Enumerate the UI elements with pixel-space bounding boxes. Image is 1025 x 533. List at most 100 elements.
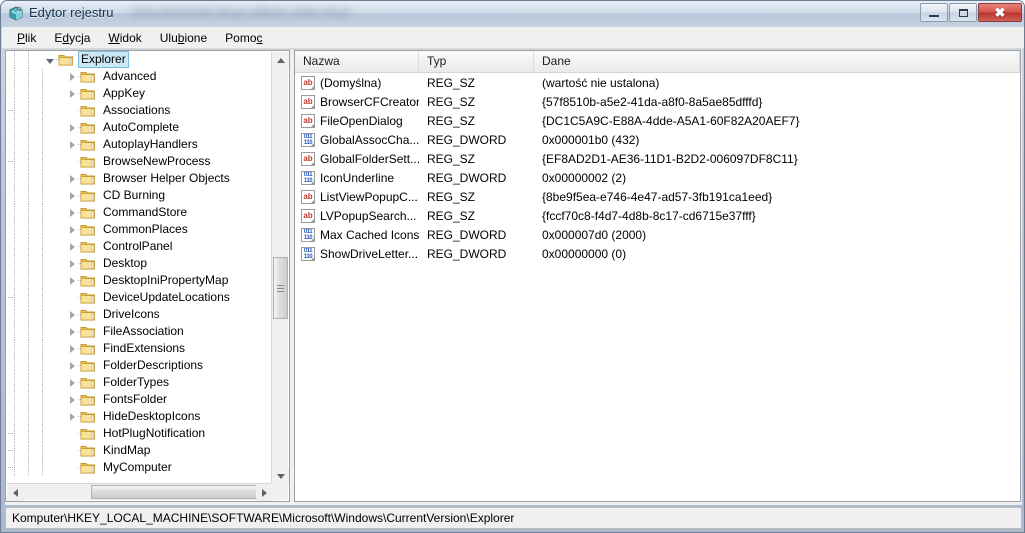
tree-item-desktop[interactable]: Desktop [6,255,272,272]
close-button[interactable]: ✖ [978,3,1022,22]
column-header-typ[interactable]: Typ [419,51,534,72]
value-name: FileOpenDialog [320,113,403,128]
value-type: REG_SZ [427,208,476,223]
status-bar: Komputer\HKEY_LOCAL_MACHINE\SOFTWARE\Mic… [5,507,1022,529]
menu-pomoc[interactable]: Pomoc [216,29,271,47]
folder-icon [80,189,96,203]
value-row[interactable]: ab ListViewPopupC... REG_SZ {8be9f5ea-e746-… [295,187,1020,206]
tree-item-kindmap[interactable]: KindMap [6,442,272,459]
folder-icon [80,291,96,305]
value-row[interactable]: ab BrowserCFCreator REG_SZ {57f8510b-a5e2-4… [295,92,1020,111]
tree-item-driveicons[interactable]: DriveIcons [6,306,272,323]
minimize-button[interactable] [920,3,948,22]
value-data: 0x00000000 (0) [542,246,627,261]
registry-editor-window: www.download.net.pl softonic www.net.pl … [0,0,1025,533]
tree-item-cd-burning[interactable]: CD Burning [6,187,272,204]
value-row[interactable]: 011 110 GlobalAssocCha... REG_DWORD 0x000001… [295,130,1020,149]
menu-plik[interactable]: Plik [8,29,45,47]
tree-item-controlpanel[interactable]: ControlPanel [6,238,272,255]
tree-item-label: DeviceUpdateLocations [103,290,230,304]
string-value-icon: ab [301,208,315,223]
tree-item-browsenewprocess[interactable]: BrowseNewProcess [6,153,272,170]
tree-item-fileassociation[interactable]: FileAssociation [6,323,272,340]
value-data: 0x00000002 (2) [542,170,627,185]
folder-icon [80,444,96,458]
tree-vscroll-thumb[interactable] [273,257,288,319]
dword-value-icon: 011 110 [301,170,315,185]
value-name-cell: ab BrowserCFCreator [295,94,419,109]
tree-horizontal-scrollbar[interactable] [7,483,273,501]
registry-values-pane[interactable]: Nazwa Typ Dane ab (Domyślna) REG_SZ (wartość … [294,50,1021,502]
value-type: REG_SZ [427,75,476,90]
value-data: (wartość nie ustalona) [542,75,660,90]
chevron-left-icon [13,488,18,497]
tree-item-label: DesktopIniPropertyMap [103,273,229,287]
tree-item-findextensions[interactable]: FindExtensions [6,340,272,357]
tree-item-autocomplete[interactable]: AutoComplete [6,119,272,136]
menu-ulubione[interactable]: Ulubione [151,29,216,47]
column-header-nazwa[interactable]: Nazwa [295,51,419,72]
value-row[interactable]: 011 110 IconUnderline REG_DWORD 0x00000002 (… [295,168,1020,187]
value-data: 0x000007d0 (2000) [542,227,647,242]
value-row[interactable]: ab LVPopupSearch... REG_SZ {fccf70c8-f4d7-4… [295,206,1020,225]
maximize-button[interactable] [949,3,977,22]
tree-item-associations[interactable]: Associations [6,102,272,119]
value-data: {DC1C5A9C-E88A-4dde-A5A1-60F82A20AEF7} [542,113,800,128]
grip-icon [277,283,284,294]
scroll-left-button[interactable] [7,484,24,501]
folder-icon [80,138,96,152]
value-name: BrowserCFCreator [320,94,419,109]
registry-tree-pane[interactable]: Explorer Advanced AppKey Associations AutoCo… [5,50,290,502]
value-name-cell: ab FileOpenDialog [295,113,419,128]
tree-item-label: CommandStore [103,205,188,219]
tree-item-deviceupdatelocations[interactable]: DeviceUpdateLocations [6,289,272,306]
folder-icon [80,325,96,339]
folder-icon [80,104,96,118]
tree-item-fontsfolder[interactable]: FontsFolder [6,391,272,408]
title-watermark: www.download.net.pl softonic www.net.pl [131,4,350,18]
tree-vertical-scrollbar[interactable] [271,52,289,485]
list-body: ab (Domyślna) REG_SZ (wartość nie ustalona)… [295,73,1020,263]
tree-item-label: Advanced [103,69,157,83]
tree-item-explorer[interactable]: Explorer [6,51,272,68]
tree-item-browser-helper-objects[interactable]: Browser Helper Objects [6,170,272,187]
folder-icon [80,155,96,169]
tree-item-desktopinipropertymap[interactable]: DesktopIniPropertyMap [6,272,272,289]
value-row[interactable]: 011 110 Max Cached Icons REG_DWORD 0x000007d… [295,225,1020,244]
tree-item-folderdescriptions[interactable]: FolderDescriptions [6,357,272,374]
tree-item-mycomputer[interactable]: MyComputer [6,459,272,476]
tree-item-label: FindExtensions [103,341,186,355]
column-header-dane[interactable]: Dane [534,51,1020,72]
tree-item-autoplayhandlers[interactable]: AutoplayHandlers [6,136,272,153]
scroll-up-button[interactable] [272,52,289,69]
tree-item-commandstore[interactable]: CommandStore [6,204,272,221]
menu-widok[interactable]: Widok [99,29,150,47]
window-title: Edytor rejestru [29,5,114,20]
value-name: GlobalAssocCha... [320,132,419,147]
string-value-icon: ab [301,113,315,128]
string-value-icon: ab [301,94,315,109]
value-row[interactable]: ab (Domyślna) REG_SZ (wartość nie ustalona) [295,73,1020,92]
value-type: REG_DWORD [427,170,507,185]
dword-value-icon: 011 110 [301,246,315,261]
tree-item-commonplaces[interactable]: CommonPlaces [6,221,272,238]
tree-hscroll-thumb[interactable] [91,485,272,499]
tree-item-appkey[interactable]: AppKey [6,85,272,102]
tree-item-hidedesktopicons[interactable]: HideDesktopIcons [6,408,272,425]
value-row[interactable]: ab GlobalFolderSett... REG_SZ {EF8AD2D1-AE3… [295,149,1020,168]
tree-item-foldertypes[interactable]: FolderTypes [6,374,272,391]
value-name-cell: 011 110 ShowDriveLetter... [295,246,419,261]
tree-item-label: BrowseNewProcess [103,154,211,168]
value-row[interactable]: 011 110 ShowDriveLetter... REG_DWORD 0x00000… [295,244,1020,263]
tree-item-hotplugnotification[interactable]: HotPlugNotification [6,425,272,442]
menu-edycja[interactable]: Edycja [45,29,99,47]
value-name-cell: ab GlobalFolderSett... [295,151,419,166]
value-row[interactable]: ab FileOpenDialog REG_SZ {DC1C5A9C-E88A-4dd… [295,111,1020,130]
tree-item-advanced[interactable]: Advanced [6,68,272,85]
value-name-cell: ab LVPopupSearch... [295,208,419,223]
